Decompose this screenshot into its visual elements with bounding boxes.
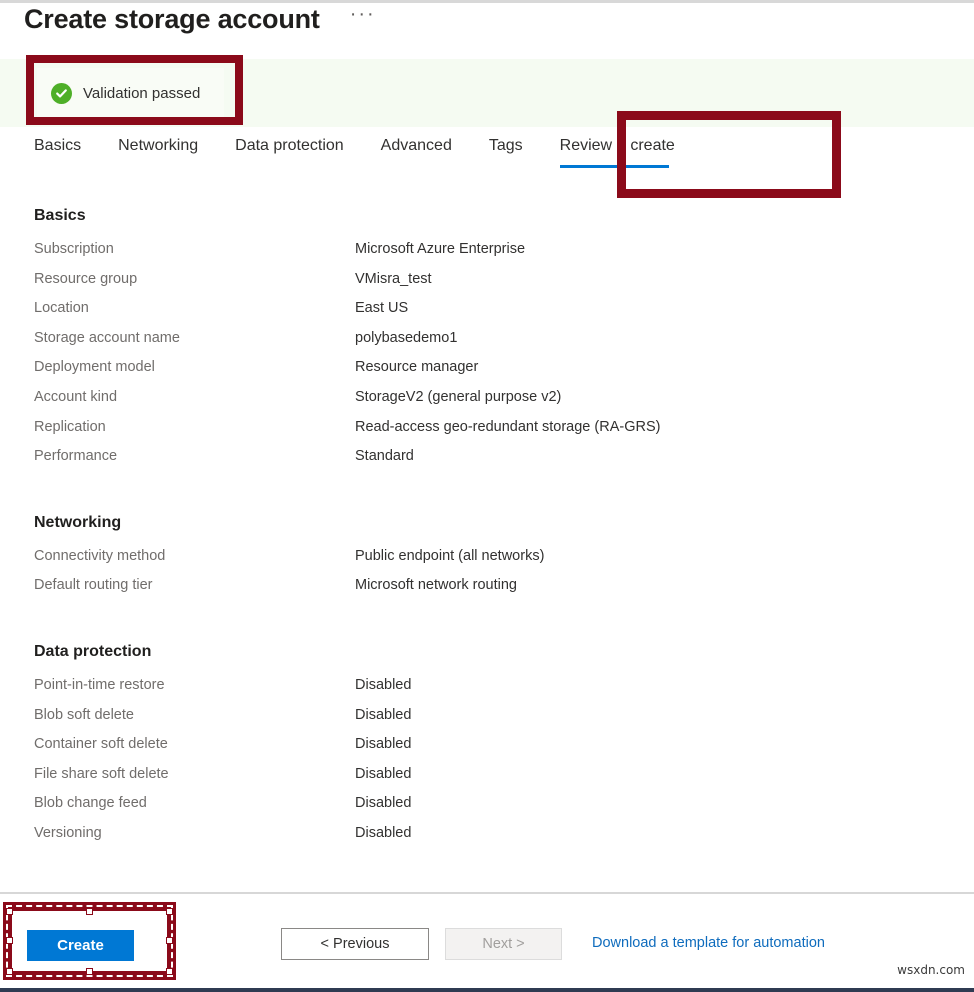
table-row: Location East US — [0, 300, 974, 330]
row-label: Replication — [34, 418, 106, 435]
bottom-edge-divider — [0, 988, 974, 992]
row-label: Blob soft delete — [34, 706, 134, 723]
row-label: Versioning — [34, 824, 102, 841]
table-row: Storage account name polybasedemo1 — [0, 330, 974, 360]
row-value: East US — [355, 300, 409, 317]
page-title: Create storage account — [24, 4, 320, 34]
page-header: Create storage account ··· — [24, 2, 376, 36]
download-template-link[interactable]: Download a template for automation — [592, 935, 825, 951]
row-value: Public endpoint (all networks) — [355, 547, 545, 564]
row-value: Disabled — [355, 736, 412, 753]
create-button[interactable]: Create — [27, 930, 134, 961]
tab-basics[interactable]: Basics — [34, 135, 81, 168]
row-label: Performance — [34, 448, 118, 465]
ellipsis-icon[interactable]: ··· — [350, 4, 376, 32]
row-label: Resource group — [34, 270, 138, 287]
table-row: Account kind StorageV2 (general purpose … — [0, 389, 974, 419]
section-heading: Data protection — [34, 642, 152, 660]
row-label: Container soft delete — [34, 736, 168, 753]
table-row: Performance Standard — [0, 448, 974, 478]
row-value: Disabled — [355, 706, 412, 723]
row-value: VMisra_test — [355, 270, 432, 287]
watermark: wsxdn.com — [897, 963, 965, 977]
table-row: Connectivity method Public endpoint (all… — [0, 548, 974, 578]
row-value: Resource manager — [355, 359, 479, 376]
table-row: Default routing tier Microsoft network r… — [0, 577, 974, 607]
row-value: Disabled — [355, 795, 412, 812]
row-value: Read-access geo-redundant storage (RA-GR… — [355, 418, 661, 435]
row-label: Default routing tier — [34, 577, 153, 594]
row-label: Connectivity method — [34, 547, 166, 564]
table-row: File share soft delete Disabled — [0, 766, 974, 796]
validation-status-text: Validation passed — [83, 84, 201, 102]
row-label: File share soft delete — [34, 765, 169, 782]
row-label: Subscription — [34, 241, 114, 257]
table-row: Replication Read-access geo-redundant st… — [0, 419, 974, 449]
next-button[interactable]: Next > — [445, 928, 562, 960]
row-value: Microsoft network routing — [355, 577, 517, 594]
section-heading: Basics — [34, 207, 86, 224]
previous-button[interactable]: < Previous — [281, 928, 429, 960]
tab-networking[interactable]: Networking — [118, 135, 198, 168]
row-label: Location — [34, 300, 89, 317]
section-data-protection-table: Point-in-time restore Disabled Blob soft… — [0, 677, 974, 855]
tab-review-create[interactable]: Review + create — [559, 135, 675, 168]
table-row: Blob soft delete Disabled — [0, 707, 974, 737]
row-label: Point-in-time restore — [34, 676, 165, 693]
section-heading: Networking — [34, 513, 122, 531]
row-label: Blob change feed — [34, 795, 147, 812]
table-row: Deployment model Resource manager — [0, 359, 974, 389]
table-row: Point-in-time restore Disabled — [0, 677, 974, 707]
row-value: StorageV2 (general purpose v2) — [355, 388, 562, 405]
validation-banner: Validation passed — [0, 59, 974, 127]
section-basics-table: Subscription Microsoft Azure Enterprise … — [0, 241, 974, 478]
validation-message: Validation passed — [37, 68, 225, 118]
check-circle-icon — [51, 82, 72, 104]
section-data-protection: Data protection Point-in-time restore Di… — [0, 641, 974, 855]
tab-data-protection[interactable]: Data protection — [235, 135, 344, 168]
table-row: Container soft delete Disabled — [0, 736, 974, 766]
tab-strip: Basics Networking Data protection Advanc… — [34, 135, 675, 168]
row-label: Storage account name — [34, 329, 180, 346]
table-row: Blob change feed Disabled — [0, 795, 974, 825]
table-row: Resource group VMisra_test — [0, 271, 974, 301]
row-value: Disabled — [355, 824, 412, 841]
row-label: Deployment model — [34, 359, 155, 376]
row-value: Standard — [355, 448, 414, 465]
table-row: Versioning Disabled — [0, 825, 974, 855]
tab-tags[interactable]: Tags — [489, 135, 523, 168]
section-networking: Networking Connectivity method Public en… — [0, 512, 974, 607]
row-label: Account kind — [34, 388, 118, 405]
row-value: polybasedemo1 — [355, 329, 458, 346]
row-value: Microsoft Azure Enterprise — [355, 241, 526, 257]
section-basics: Basics Subscription Microsoft Azure Ente… — [0, 205, 974, 478]
section-networking-table: Connectivity method Public endpoint (all… — [0, 548, 974, 607]
tab-advanced[interactable]: Advanced — [381, 135, 452, 168]
review-summary: Basics Subscription Microsoft Azure Ente… — [0, 205, 974, 855]
footer-action-bar: Create < Previous Next > Download a temp… — [0, 894, 974, 988]
row-value: Disabled — [355, 676, 412, 693]
table-row: Subscription Microsoft Azure Enterprise — [0, 241, 974, 271]
row-value: Disabled — [355, 765, 412, 782]
